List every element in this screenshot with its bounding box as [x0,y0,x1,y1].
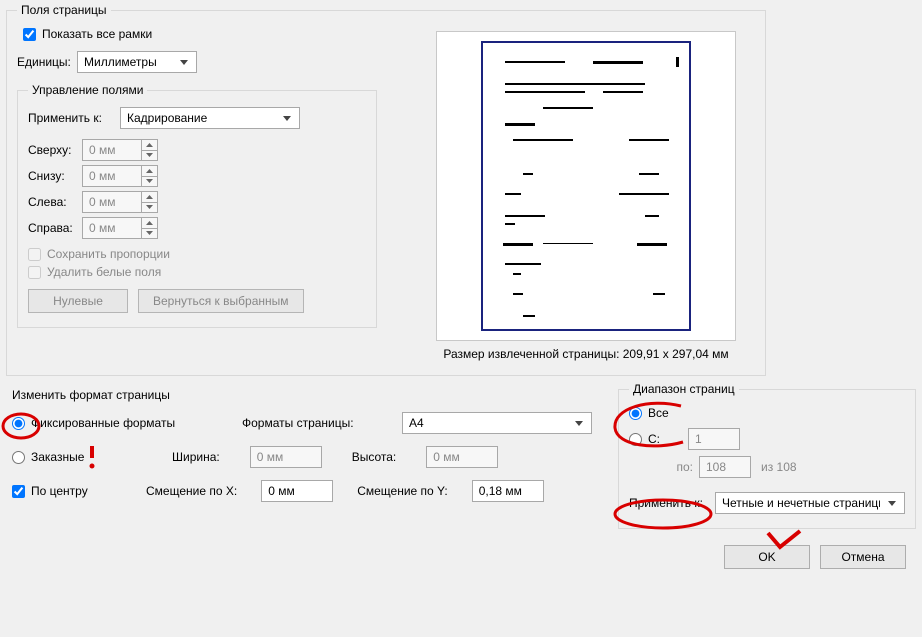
units-select[interactable]: Миллиметры [77,51,197,73]
height-input: 0 мм [426,446,498,468]
footer-buttons: OK Отмена [0,535,922,569]
chevron-up-icon[interactable] [142,140,157,151]
fixed-formats-label: Фиксированные форматы [31,416,175,430]
range-from-label: С: [648,432,668,446]
margin-left-input[interactable]: 0 мм [82,191,158,213]
range-to-label: по: [649,460,693,474]
custom-formats-label: Заказные [31,450,84,464]
manage-margins-group: Управление полями Применить к: Кадрирова… [17,83,377,328]
top-label: Сверху: [28,143,82,157]
chevron-down-icon [571,413,587,433]
chevron-down-icon [279,108,295,128]
margin-top-input[interactable]: 0 мм [82,139,158,161]
show-all-frames-checkbox[interactable] [23,28,36,41]
page-margins-title: Поля страницы [17,3,111,17]
left-label: Слева: [28,195,82,209]
revert-button: Вернуться к выбранным [138,289,304,313]
apply-to-select[interactable]: Кадрирование [120,107,300,129]
chevron-up-icon[interactable] [142,218,157,229]
margin-left-value: 0 мм [83,192,141,212]
formats-label: Форматы страницы: [242,416,372,430]
range-apply-to-value: Четные и нечетные страницы [722,496,880,510]
margin-right-value: 0 мм [83,218,141,238]
chevron-down-icon[interactable] [142,177,157,187]
units-value: Миллиметры [84,55,172,69]
apply-to-value: Кадрирование [127,111,275,125]
bottom-label: Снизу: [28,169,82,183]
remove-white-margins-checkbox [28,266,41,279]
offset-x-input[interactable]: 0 мм [261,480,333,502]
center-checkbox[interactable] [12,485,25,498]
spinner-buttons[interactable] [141,140,157,160]
margin-top-value: 0 мм [83,140,141,160]
margin-right-input[interactable]: 0 мм [82,217,158,239]
range-all-radio[interactable] [629,407,642,420]
keep-proportions-checkbox [28,248,41,261]
chevron-up-icon[interactable] [142,166,157,177]
margin-bottom-value: 0 мм [83,166,141,186]
show-all-frames-label: Показать все рамки [42,27,152,41]
ok-button[interactable]: OK [724,545,810,569]
remove-white-margins-label: Удалить белые поля [47,265,161,279]
margin-bottom-input[interactable]: 0 мм [82,165,158,187]
page-margins-group: Поля страницы Показать все рамки Единицы… [6,3,766,376]
resize-block: Изменить формат страницы Фиксированные ф… [0,382,612,506]
chevron-down-icon [176,52,192,72]
range-from-input: 1 [688,428,740,450]
page-format-value: A4 [409,416,567,430]
spinner-buttons[interactable] [141,192,157,212]
page-preview-inner [481,41,691,331]
range-apply-to-label: Применить к: [629,496,715,510]
cancel-button[interactable]: Отмена [820,545,906,569]
offset-y-input[interactable]: 0,18 мм [472,480,544,502]
range-of-label: из 108 [761,460,797,474]
chevron-up-icon[interactable] [142,192,157,203]
apply-to-label: Применить к: [28,111,120,125]
keep-proportions-label: Сохранить пропорции [47,247,170,261]
offset-x-label: Смещение по X: [146,484,237,498]
units-label: Единицы: [17,55,77,69]
page-format-select[interactable]: A4 [402,412,592,434]
page-preview [436,31,736,341]
page-range-title: Диапазон страниц [629,382,739,396]
zero-button: Нулевые [28,289,128,313]
range-all-label: Все [648,406,669,420]
chevron-down-icon[interactable] [142,203,157,213]
chevron-down-icon [884,493,900,513]
manage-margins-title: Управление полями [28,83,147,97]
height-label: Высота: [352,450,397,464]
range-apply-to-select[interactable]: Четные и нечетные страницы [715,492,905,514]
resize-title: Изменить формат страницы [12,388,612,402]
spinner-buttons[interactable] [141,218,157,238]
custom-formats-radio[interactable] [12,451,25,464]
fixed-formats-radio[interactable] [12,417,25,430]
width-input: 0 мм [250,446,322,468]
range-from-radio[interactable] [629,433,642,446]
chevron-down-icon[interactable] [142,151,157,161]
center-label: По центру [31,484,88,498]
preview-caption: Размер извлеченной страницы: 209,91 x 29… [427,347,745,361]
page-range-group: Диапазон страниц Все С: 1 по: 108 из 108… [618,382,916,529]
right-label: Справа: [28,221,82,235]
width-label: Ширина: [172,450,220,464]
range-to-input: 108 [699,456,751,478]
spinner-buttons[interactable] [141,166,157,186]
chevron-down-icon[interactable] [142,229,157,239]
offset-y-label: Смещение по Y: [357,484,448,498]
